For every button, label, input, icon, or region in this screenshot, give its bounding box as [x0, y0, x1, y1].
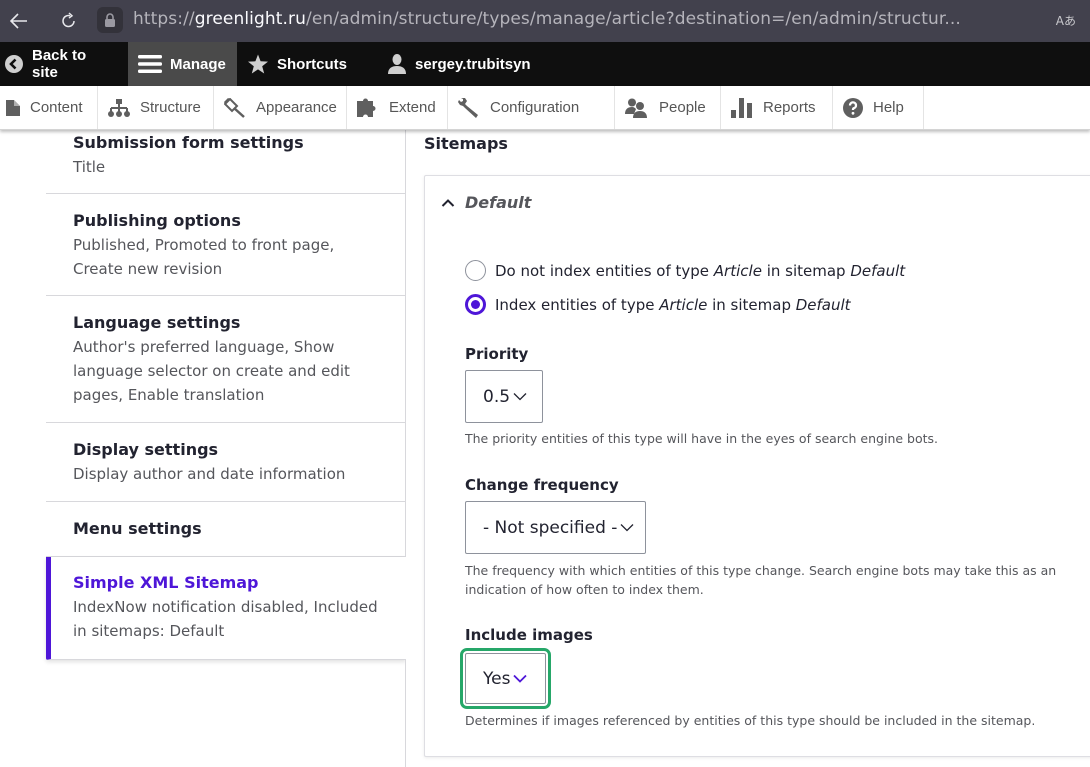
tray-item-reports[interactable]: Reports: [721, 86, 833, 129]
vtab-display-settings[interactable]: Display settings Display author and date…: [46, 423, 406, 502]
vtab-pane-simple-xml-sitemap: Sitemaps Default Do not index entities o…: [406, 130, 1090, 767]
tray-item-label: Reports: [763, 99, 816, 116]
change-frequency-select[interactable]: - Not specified -: [465, 501, 646, 554]
priority-select[interactable]: 0.5: [465, 370, 543, 423]
admin-tray: Content Structure Appearance Extend Conf…: [0, 86, 1090, 130]
vtab-language-settings[interactable]: Language settings Author's preferred lan…: [46, 296, 406, 423]
url-scheme: https://: [133, 9, 195, 29]
chevron-left-circle-icon: [4, 54, 24, 74]
manage-label: Manage: [170, 55, 226, 73]
radio-button-checked[interactable]: [465, 294, 486, 315]
include-images-select[interactable]: Yes: [460, 648, 551, 709]
tray-item-extend[interactable]: Extend: [347, 86, 448, 129]
tray-item-configuration[interactable]: Configuration: [448, 86, 615, 129]
vtab-summary: Display author and date information: [73, 465, 346, 483]
hamburger-icon: [138, 54, 162, 74]
radio-label: Do not index entities of type Article in…: [495, 261, 906, 280]
vtab-menu-settings[interactable]: Menu settings: [46, 502, 406, 557]
tray-item-help[interactable]: Help: [833, 86, 924, 129]
tray-item-label: Structure: [140, 99, 201, 116]
manage-tab[interactable]: Manage: [128, 42, 237, 86]
wrench-icon: [458, 97, 480, 119]
url-field[interactable]: https://greenlight.ru/en/admin/structure…: [133, 9, 961, 29]
browser-url-bar: https://greenlight.ru/en/admin/structure…: [0, 0, 1090, 42]
radio-button[interactable]: [465, 260, 486, 281]
tray-item-label: Help: [873, 99, 904, 116]
shortcuts-tab[interactable]: Shortcuts: [237, 42, 369, 86]
lock-icon[interactable]: [97, 7, 123, 33]
change-frequency-value: - Not specified -: [483, 517, 618, 538]
vtab-submission-form-settings[interactable]: Submission form settings Title: [46, 130, 406, 194]
chevron-down-icon: [620, 523, 634, 532]
vtab-simple-xml-sitemap[interactable]: Simple XML Sitemap IndexNow notification…: [46, 557, 406, 660]
question-icon: [843, 97, 863, 118]
sitemaps-heading: Sitemaps: [424, 134, 508, 153]
vtab-summary: IndexNow notification disabled, Included…: [73, 598, 378, 640]
vertical-tabs: Submission form settings Title Publishin…: [46, 130, 406, 660]
user-icon: [387, 53, 407, 75]
tray-item-people[interactable]: People: [615, 86, 721, 129]
include-images-description: Determines if images referenced by entit…: [465, 713, 1036, 728]
paintbrush-icon: [224, 97, 246, 118]
radio-label: Index entities of type Article in sitema…: [495, 295, 851, 314]
sitemap-icon: [108, 98, 130, 117]
details-summary-default[interactable]: Default: [441, 193, 531, 212]
back-arrow-icon[interactable]: [8, 10, 30, 32]
back-to-site-link[interactable]: Back to site: [0, 42, 128, 86]
reload-icon[interactable]: [58, 10, 80, 32]
vtab-summary: Published, Promoted to front page, Creat…: [73, 236, 335, 278]
chevron-down-icon: [513, 392, 527, 401]
document-icon: [6, 99, 20, 116]
star-icon: [247, 54, 269, 75]
translate-icon[interactable]: Aあ: [1056, 12, 1076, 29]
tray-item-label: Configuration: [490, 99, 580, 116]
vtab-summary: Author's preferred language, Show langua…: [73, 338, 350, 404]
vtab-title: Simple XML Sitemap: [73, 573, 259, 592]
tray-item-structure[interactable]: Structure: [98, 86, 214, 129]
radio-index[interactable]: Index entities of type Article in sitema…: [465, 294, 851, 315]
tray-item-label: People: [659, 99, 706, 116]
puzzle-icon: [357, 98, 379, 118]
details-default: Default Do not index entities of type Ar…: [424, 175, 1090, 757]
vtab-title: Language settings: [73, 313, 241, 332]
include-images-value: Yes: [483, 668, 511, 689]
url-host: greenlight.ru: [194, 9, 306, 29]
include-images-label: Include images: [465, 626, 593, 644]
vtab-title: Submission form settings: [73, 133, 304, 152]
vtab-title: Menu settings: [73, 519, 202, 538]
tray-item-label: Appearance: [256, 99, 337, 116]
people-icon: [625, 98, 649, 118]
username-label: sergey.trubitsyn: [415, 55, 531, 73]
change-frequency-description: The frequency with which entities of thi…: [465, 563, 1057, 597]
shortcuts-label: Shortcuts: [277, 55, 348, 73]
tray-item-content[interactable]: Content: [0, 86, 98, 129]
priority-label: Priority: [465, 345, 529, 363]
tray-item-label: Extend: [389, 99, 436, 116]
priority-value: 0.5: [483, 386, 511, 407]
radio-do-not-index[interactable]: Do not index entities of type Article in…: [465, 260, 905, 281]
user-tab[interactable]: sergey.trubitsyn: [369, 42, 543, 86]
url-path: /en/admin/structure/types/manage/article…: [306, 9, 961, 29]
chevron-up-icon: [441, 198, 455, 208]
vtab-summary: Title: [73, 158, 106, 176]
tray-item-label: Content: [30, 99, 83, 116]
vtab-title: Display settings: [73, 440, 219, 459]
back-to-site-label: Back to site: [32, 47, 87, 81]
admin-toolbar: Back to site Manage Shortcuts sergey.tru…: [0, 42, 1090, 86]
change-frequency-label: Change frequency: [465, 476, 619, 494]
bar-chart-icon: [731, 97, 753, 118]
tray-item-appearance[interactable]: Appearance: [214, 86, 347, 129]
priority-description: The priority entities of this type will …: [465, 431, 939, 446]
details-summary-label: Default: [465, 193, 532, 212]
chevron-down-icon: [513, 674, 528, 683]
vtab-publishing-options[interactable]: Publishing options Published, Promoted t…: [46, 194, 406, 296]
vtab-title: Publishing options: [73, 211, 241, 230]
